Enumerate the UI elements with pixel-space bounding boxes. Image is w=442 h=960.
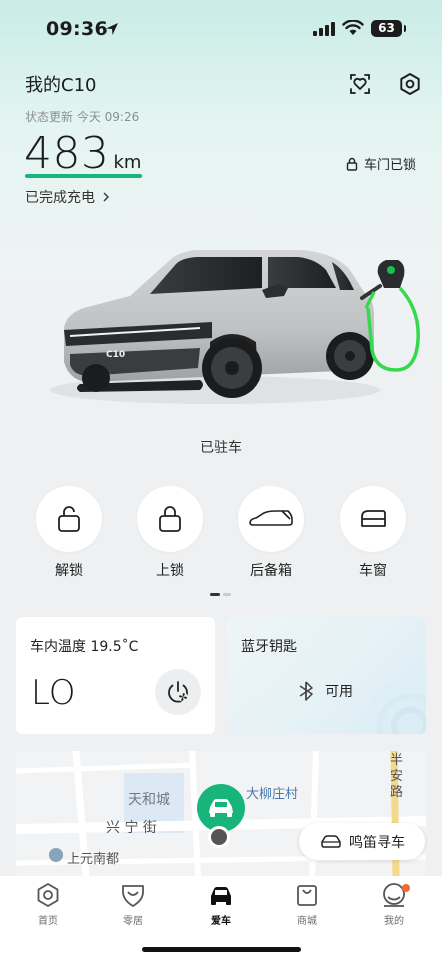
pin-anchor-dot — [208, 826, 230, 848]
car-horn-icon — [321, 834, 341, 848]
lock-circle[interactable] — [137, 486, 203, 552]
lock-icon — [159, 506, 181, 532]
honk-button-label: 鸣笛寻车 — [349, 834, 405, 851]
tab-profile[interactable]: 我的 — [364, 882, 424, 927]
car-icon — [211, 887, 231, 905]
range-display: 483 km — [24, 128, 141, 179]
car-model-badge: C10 — [106, 350, 125, 360]
map-label-road: 半安路 — [390, 753, 404, 800]
bluetooth-status: 可用 — [297, 681, 353, 701]
unlock-label: 解锁 — [55, 563, 83, 579]
range-value: 483 — [24, 128, 110, 179]
battery-indicator: 63 — [371, 20, 406, 37]
power-fan-icon — [168, 681, 188, 703]
location-arrow-icon — [106, 23, 118, 35]
padlock-icon — [346, 157, 358, 171]
cabin-temperature: 车内温度 19.5˚C — [30, 639, 139, 655]
heart-shield-icon[interactable] — [347, 71, 373, 97]
window-button[interactable]: 车窗 — [340, 486, 406, 580]
unlock-circle[interactable] — [36, 486, 102, 552]
parking-status: 已驻车 — [200, 440, 242, 456]
door-status-label: 车门已锁 — [363, 158, 416, 173]
trunk-icon — [249, 510, 293, 526]
trunk-button[interactable]: 后备箱 — [238, 486, 304, 580]
lock-button[interactable]: 上锁 — [137, 486, 203, 580]
heart-shield-icon — [122, 885, 144, 907]
page-dot — [223, 593, 231, 596]
hexagon-nut-icon — [37, 882, 59, 908]
tab-my-car[interactable]: 爱车 — [191, 882, 251, 927]
map-label-daliuzhuang: 大柳庄村 — [246, 787, 299, 802]
cellular-signal-icon — [313, 22, 335, 36]
car-illustration: C10 — [50, 250, 420, 404]
unlock-icon — [58, 506, 80, 532]
climate-setting-value: LO — [31, 673, 76, 713]
range-unit: km — [113, 152, 142, 173]
lock-label: 上锁 — [156, 563, 184, 579]
door-lock-status: 车门已锁 — [346, 154, 416, 173]
shopping-bag-icon — [297, 885, 317, 906]
bluetooth-key-title: 蓝牙钥匙 — [241, 639, 297, 655]
tab-profile-label: 我的 — [384, 916, 404, 927]
bluetooth-key-card[interactable]: 蓝牙钥匙 可用 — [227, 617, 426, 734]
car-pin-icon — [209, 799, 233, 817]
car-name-title: 我的C10 — [25, 75, 97, 96]
status-bar: 09:36 63 — [0, 0, 442, 58]
status-update-time: 状态更新 今天 09:26 — [25, 110, 140, 124]
tab-community[interactable]: 零居 — [103, 882, 163, 927]
climate-card[interactable]: 车内温度 19.5˚C LO — [16, 617, 215, 734]
wifi-icon — [342, 20, 364, 35]
honk-find-car-button[interactable]: 鸣笛寻车 — [299, 823, 425, 860]
window-circle[interactable] — [340, 486, 406, 552]
window-icon — [361, 510, 386, 527]
page-dot-active — [210, 593, 220, 596]
tab-mall-label: 商城 — [297, 916, 317, 927]
page-indicator — [210, 593, 231, 596]
trunk-label: 后备箱 — [250, 563, 292, 579]
tab-mall[interactable]: 商城 — [277, 882, 337, 927]
tab-home-label: 首页 — [38, 916, 58, 927]
range-progress-bar — [25, 174, 142, 178]
charge-status-link[interactable]: 已完成充电 — [25, 187, 111, 207]
map-label-tianhecheng: 天和城 — [128, 792, 170, 808]
chevron-right-icon — [103, 192, 109, 202]
home-indicator — [142, 947, 301, 952]
map-label-shangyuan-nandu: 上元南都 — [67, 852, 120, 867]
trunk-circle[interactable] — [238, 486, 304, 552]
bluetooth-icon — [299, 681, 313, 701]
map-label-xingning-street: 兴 宁 街 — [106, 820, 157, 836]
settings-gear-icon[interactable] — [397, 71, 423, 97]
charge-status-label: 已完成充电 — [25, 190, 95, 206]
notification-badge — [402, 884, 410, 892]
tab-my-car-label: 爱车 — [211, 916, 231, 927]
bluetooth-status-label: 可用 — [325, 684, 353, 700]
status-time: 09:36 — [46, 18, 108, 40]
unlock-button[interactable]: 解锁 — [36, 486, 102, 580]
vehicle-location-pin[interactable] — [197, 784, 245, 832]
window-label: 车窗 — [359, 563, 387, 579]
tab-community-label: 零居 — [123, 916, 143, 927]
tab-home[interactable]: 首页 — [18, 882, 78, 927]
climate-power-button[interactable] — [155, 669, 201, 715]
